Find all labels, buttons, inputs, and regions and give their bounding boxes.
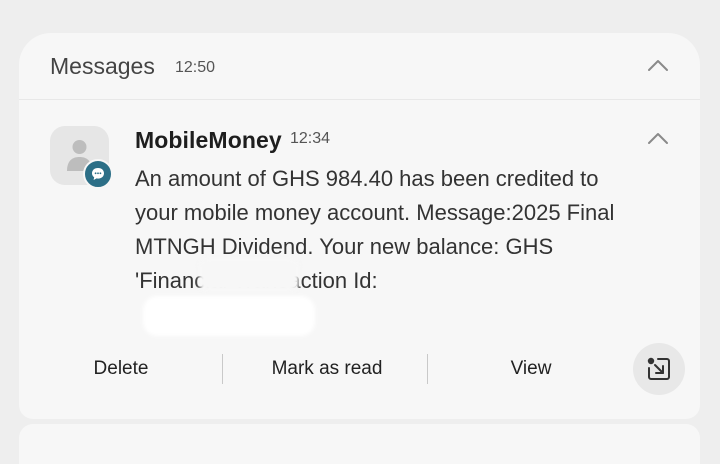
notification-group-header[interactable]: Messages 12:50 [19, 33, 700, 100]
notification-actions: Delete Mark as read View [19, 353, 700, 397]
view-button[interactable]: View [481, 353, 581, 397]
action-divider [427, 354, 428, 384]
chevron-up-icon[interactable] [646, 57, 670, 73]
action-divider [222, 354, 223, 384]
message-bubble-icon [92, 168, 104, 180]
delete-button[interactable]: Delete [61, 353, 181, 397]
redaction-mark [143, 296, 315, 336]
next-notification-card[interactable] [19, 424, 700, 464]
message-badge [83, 159, 113, 189]
open-in-app-button[interactable] [633, 343, 685, 395]
header-divider [19, 99, 700, 100]
sender-name: MobileMoney [135, 127, 282, 153]
app-name: Messages [50, 53, 155, 79]
redaction-mark [199, 258, 299, 292]
mark-as-read-button[interactable]: Mark as read [235, 353, 419, 397]
open-in-app-icon [647, 357, 670, 380]
message-time: 12:34 [290, 130, 331, 147]
notification-group-card[interactable]: Messages 12:50 MobileMoney 12:34 An amou… [19, 33, 700, 419]
chevron-up-icon[interactable] [646, 130, 670, 146]
group-time: 12:50 [175, 59, 216, 76]
